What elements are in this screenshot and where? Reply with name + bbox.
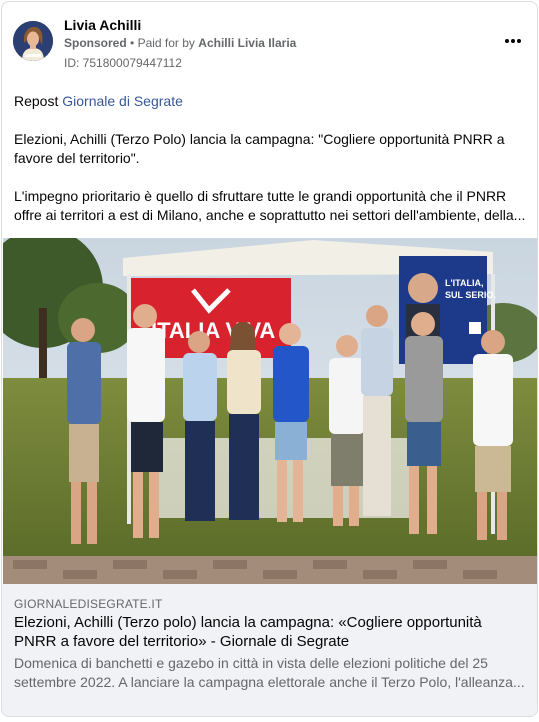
repost-source-link[interactable]: Giornale di Segrate bbox=[62, 93, 183, 109]
more-horizontal-icon[interactable] bbox=[500, 33, 526, 49]
repost-line: Repost Giornale di Segrate bbox=[14, 92, 529, 111]
sponsored-label: Sponsored bbox=[64, 36, 127, 50]
link-domain: GIORNALEDISEGRATE.IT bbox=[14, 597, 163, 611]
body-paragraph-1: Elezioni, Achilli (Terzo Polo) lancia la… bbox=[14, 131, 505, 166]
ad-id: ID: 751800079447112 bbox=[64, 56, 182, 70]
post-photo[interactable]: ITALIA VIVA L'ITALIA, SUL SERIO. bbox=[3, 238, 537, 584]
meta-separator: • bbox=[130, 36, 135, 50]
link-description-line-2: settembre 2022. A lanciare la campagna e… bbox=[14, 674, 525, 690]
banner-text: ITALIA VIVA bbox=[151, 318, 275, 343]
avatar[interactable] bbox=[13, 21, 53, 61]
poster-line-2: SUL SERIO. bbox=[445, 290, 496, 300]
avatar-portrait-icon bbox=[13, 21, 53, 61]
body-paragraph-2: L'impegno prioritario è quello di sfrutt… bbox=[14, 187, 529, 225]
poster-line-1: L'ITALIA, bbox=[445, 278, 483, 288]
link-preview[interactable]: GIORNALEDISEGRATE.IT Elezioni, Achilli (… bbox=[2, 584, 537, 716]
more-dots-glyph bbox=[505, 39, 521, 43]
paid-for-name: Achilli Livia Ilaria bbox=[198, 36, 297, 50]
repost-prefix: Repost bbox=[14, 93, 59, 109]
post-header: Livia Achilli Sponsored • Paid for by Ac… bbox=[13, 14, 526, 74]
link-description-line-1: Domenica di banchetti e gazebo in città … bbox=[14, 655, 488, 671]
paid-for-prefix: Paid for by bbox=[137, 36, 195, 50]
campaign-photo-illustration: ITALIA VIVA L'ITALIA, SUL SERIO. bbox=[3, 238, 537, 584]
body-paragraph-2-line-1: L'impegno prioritario è quello di sfrutt… bbox=[14, 188, 507, 204]
ad-card: Livia Achilli Sponsored • Paid for by Ac… bbox=[1, 1, 538, 717]
link-description: Domenica di banchetti e gazebo in città … bbox=[14, 654, 526, 692]
link-title[interactable]: Elezioni, Achilli (Terzo polo) lancia la… bbox=[14, 613, 526, 651]
body-paragraph-2-line-2[interactable]: offre ai territori a est di Milano, anch… bbox=[14, 206, 529, 225]
post-body: Repost Giornale di Segrate Elezioni, Ach… bbox=[14, 92, 529, 225]
sponsored-meta: Sponsored • Paid for by Achilli Livia Il… bbox=[64, 36, 296, 50]
author-name[interactable]: Livia Achilli bbox=[64, 17, 141, 33]
